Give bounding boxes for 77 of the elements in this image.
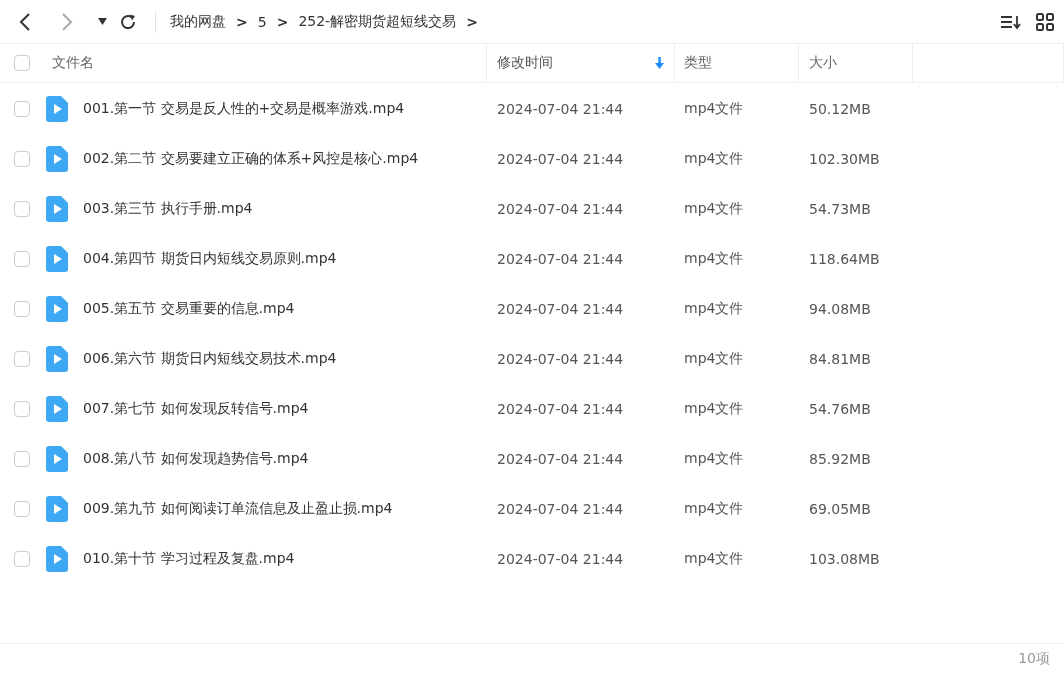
breadcrumb-item[interactable]: 5 [257, 13, 267, 30]
breadcrumb-item[interactable]: 252-解密期货超短线交易 [298, 12, 457, 31]
row-checkbox[interactable] [14, 551, 30, 567]
item-count: 10项 [1018, 650, 1050, 668]
file-size: 94.08MB [809, 301, 871, 317]
row-checkbox[interactable] [14, 201, 30, 217]
modified-time: 2024-07-04 21:44 [497, 501, 624, 517]
file-size: 102.30MB [809, 151, 880, 167]
file-type: mp4文件 [684, 250, 744, 268]
video-file-icon [46, 296, 68, 322]
video-file-icon [46, 346, 68, 372]
video-file-icon [46, 96, 68, 122]
column-header[interactable]: 文件名 [46, 44, 487, 82]
row-checkbox[interactable] [14, 401, 30, 417]
breadcrumb-separator: > [276, 13, 289, 30]
modified-time: 2024-07-04 21:44 [497, 551, 624, 567]
sort-arrow-icon [655, 57, 664, 69]
file-size: 69.05MB [809, 501, 871, 517]
row-checkbox[interactable] [14, 301, 30, 317]
breadcrumb-item[interactable]: 我的网盘 [170, 12, 226, 31]
file-name[interactable]: 008.第八节 如何发现趋势信号.mp4 [83, 450, 309, 468]
grid-view-icon[interactable] [1036, 12, 1054, 31]
file-size: 54.73MB [809, 201, 871, 217]
file-type: mp4文件 [684, 200, 744, 218]
row-checkbox[interactable] [14, 251, 30, 267]
row-checkbox[interactable] [14, 101, 30, 117]
file-size: 50.12MB [809, 101, 871, 117]
modified-time: 2024-07-04 21:44 [497, 451, 624, 467]
file-name[interactable]: 006.第六节 期货日内短线交易技术.mp4 [83, 350, 337, 368]
file-name[interactable]: 004.第四节 期货日内短线交易原则.mp4 [83, 250, 337, 268]
refresh-icon[interactable] [119, 12, 137, 31]
file-type: mp4文件 [684, 100, 744, 118]
modified-time: 2024-07-04 21:44 [497, 201, 624, 217]
video-file-icon [46, 446, 68, 472]
file-type: mp4文件 [684, 550, 744, 568]
row-checkbox[interactable] [14, 151, 30, 167]
file-size: 54.76MB [809, 401, 871, 417]
modified-time: 2024-07-04 21:44 [497, 101, 624, 117]
modified-time: 2024-07-04 21:44 [497, 301, 624, 317]
row-checkbox[interactable] [14, 501, 30, 517]
column-header[interactable]: 类型 [675, 44, 799, 82]
breadcrumb-separator: > [236, 13, 248, 30]
file-name[interactable]: 009.第九节 如何阅读订单流信息及止盈止损.mp4 [83, 500, 393, 518]
file-type: mp4文件 [684, 500, 744, 518]
video-file-icon [46, 496, 68, 522]
file-type: mp4文件 [684, 400, 744, 418]
modified-time: 2024-07-04 21:44 [497, 401, 624, 417]
file-name[interactable]: 007.第七节 如何发现反转信号.mp4 [83, 400, 309, 418]
file-name[interactable]: 001.第一节 交易是反人性的+交易是概率游戏.mp4 [83, 100, 405, 118]
file-name[interactable]: 003.第三节 执行手册.mp4 [83, 200, 253, 218]
file-type: mp4文件 [684, 300, 744, 318]
select-all-checkbox[interactable] [14, 55, 30, 71]
video-file-icon [46, 246, 68, 272]
video-file-icon [46, 546, 68, 572]
file-name[interactable]: 010.第十节 学习过程及复盘.mp4 [83, 550, 295, 568]
file-type: mp4文件 [684, 350, 744, 368]
file-size: 118.64MB [809, 251, 880, 267]
dropdown-caret-icon[interactable] [98, 18, 107, 25]
column-header[interactable]: 大小 [799, 44, 913, 82]
column-header[interactable]: 修改时间 [487, 44, 675, 82]
row-checkbox[interactable] [14, 451, 30, 467]
file-type: mp4文件 [684, 450, 744, 468]
modified-time: 2024-07-04 21:44 [497, 351, 624, 367]
file-size: 85.92MB [809, 451, 871, 467]
file-size: 103.08MB [809, 551, 880, 567]
video-file-icon [46, 146, 68, 172]
sort-icon[interactable] [1000, 13, 1022, 30]
modified-time: 2024-07-04 21:44 [497, 251, 624, 267]
file-name[interactable]: 002.第二节 交易要建立正确的体系+风控是核心.mp4 [83, 150, 419, 168]
video-file-icon [46, 396, 68, 422]
file-name[interactable]: 005.第五节 交易重要的信息.mp4 [83, 300, 295, 318]
file-type: mp4文件 [684, 150, 744, 168]
video-file-icon [46, 196, 68, 222]
breadcrumb-separator: > [466, 13, 478, 30]
modified-time: 2024-07-04 21:44 [497, 151, 624, 167]
row-checkbox[interactable] [14, 351, 30, 367]
file-size: 84.81MB [809, 351, 871, 367]
